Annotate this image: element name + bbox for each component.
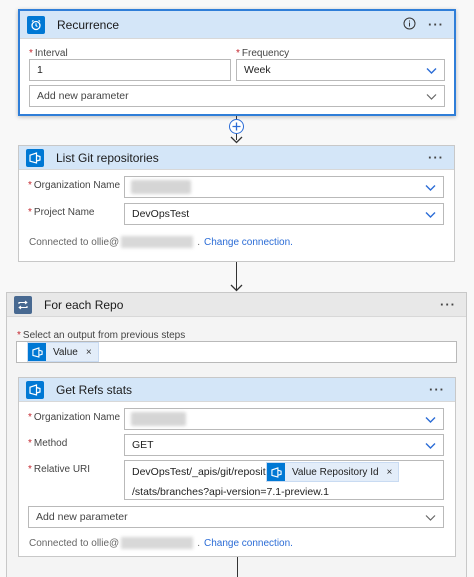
for-each-select-label: * Select an output from previous steps xyxy=(17,330,186,341)
add-parameter-select[interactable]: Add new parameter xyxy=(29,85,445,107)
for-each-card[interactable]: For each Repo ··· * Select an output from… xyxy=(6,292,467,577)
method-value: GET xyxy=(132,439,154,451)
value-token-label: Value xyxy=(53,346,78,358)
uri-suffix: /stats/branches?api-version=7.1-preview.… xyxy=(132,486,329,498)
value-token[interactable]: Value × xyxy=(27,342,99,362)
connected-suffix: . xyxy=(197,537,200,549)
azure-devops-icon xyxy=(26,380,44,399)
list-git-card[interactable]: List Git repositories ··· * Organization … xyxy=(18,145,455,262)
add-parameter-label: Add new parameter xyxy=(36,511,128,523)
for-each-output-input[interactable]: Value × xyxy=(16,341,457,363)
frequency-label: * Frequency xyxy=(236,48,290,59)
connected-text: Connected to ollie@ xyxy=(29,236,120,248)
redacted-email xyxy=(121,236,194,248)
repository-id-token-label: Value Repository Id xyxy=(292,466,379,478)
list-git-connection: Connected to ollie@ . Change connection. xyxy=(29,236,293,248)
get-refs-connection: Connected to ollie@ . Change connection. xyxy=(29,537,293,549)
frequency-select[interactable]: Week xyxy=(236,59,445,81)
change-connection-link[interactable]: Change connection. xyxy=(204,538,293,549)
interval-input[interactable]: 1 xyxy=(29,59,231,81)
arrow-down-icon xyxy=(230,136,243,144)
arrow-down-icon xyxy=(230,284,243,292)
list-git-org-select[interactable] xyxy=(124,176,444,198)
relative-uri-input[interactable]: DevOpsTest/_apis/git/repositories/ Value… xyxy=(124,460,444,500)
list-git-project-label: * Project Name xyxy=(28,207,95,218)
frequency-value: Week xyxy=(244,64,271,76)
redacted-value xyxy=(131,412,186,426)
chevron-down-icon xyxy=(424,439,437,455)
plus-circle-icon[interactable] xyxy=(229,119,244,134)
recurrence-header[interactable]: Recurrence ··· xyxy=(20,11,454,39)
azure-devops-icon xyxy=(28,343,46,361)
chevron-down-icon xyxy=(424,208,437,224)
list-git-header[interactable]: List Git repositories ··· xyxy=(19,146,454,170)
azure-devops-icon xyxy=(26,148,44,167)
remove-token-button[interactable]: × xyxy=(387,467,393,478)
get-refs-title: Get Refs stats xyxy=(56,382,133,397)
project-value: DevOpsTest xyxy=(132,208,190,220)
info-icon[interactable] xyxy=(403,17,416,33)
relative-uri-label: * Relative URI xyxy=(28,464,91,475)
redacted-email xyxy=(121,537,194,549)
method-select[interactable]: GET xyxy=(124,434,444,456)
chevron-down-icon xyxy=(424,413,437,429)
chevron-down-icon xyxy=(425,90,438,106)
chevron-down-icon xyxy=(424,511,437,527)
recurrence-title: Recurrence xyxy=(57,17,120,32)
change-connection-link[interactable]: Change connection. xyxy=(204,237,293,248)
get-refs-org-select[interactable] xyxy=(124,408,444,430)
get-refs-header[interactable]: Get Refs stats ··· xyxy=(19,378,455,402)
list-git-more-button[interactable]: ··· xyxy=(428,151,444,164)
get-refs-card[interactable]: Get Refs stats ··· * Organization Name * M… xyxy=(18,377,456,557)
get-refs-more-button[interactable]: ··· xyxy=(429,383,445,396)
connector-line xyxy=(237,557,238,577)
interval-label: * Interval xyxy=(29,48,68,59)
chevron-down-icon xyxy=(425,64,438,80)
list-git-project-select[interactable]: DevOpsTest xyxy=(124,203,444,225)
list-git-org-label: * Organization Name xyxy=(28,180,121,191)
list-git-title: List Git repositories xyxy=(56,150,159,165)
remove-token-button[interactable]: × xyxy=(86,347,92,358)
method-label: * Method xyxy=(28,438,68,449)
loop-icon xyxy=(14,295,32,314)
recurrence-card[interactable]: Recurrence ··· * Interval 1 * Frequency We… xyxy=(18,9,456,116)
interval-value: 1 xyxy=(37,64,43,76)
add-parameter-label: Add new parameter xyxy=(37,90,129,102)
azure-devops-icon xyxy=(267,463,285,481)
connected-text: Connected to ollie@ xyxy=(29,537,120,549)
connected-suffix: . xyxy=(197,236,200,248)
alarm-clock-icon xyxy=(27,15,45,34)
add-parameter-select[interactable]: Add new parameter xyxy=(28,506,444,528)
get-refs-org-label: * Organization Name xyxy=(28,412,121,423)
for-each-title: For each Repo xyxy=(44,297,124,312)
repository-id-token[interactable]: Value Repository Id × xyxy=(266,462,400,482)
redacted-value xyxy=(131,180,191,194)
recurrence-more-button[interactable]: ··· xyxy=(428,18,444,31)
chevron-down-icon xyxy=(424,181,437,197)
for-each-more-button[interactable]: ··· xyxy=(440,298,456,311)
for-each-header[interactable]: For each Repo ··· xyxy=(7,293,466,317)
